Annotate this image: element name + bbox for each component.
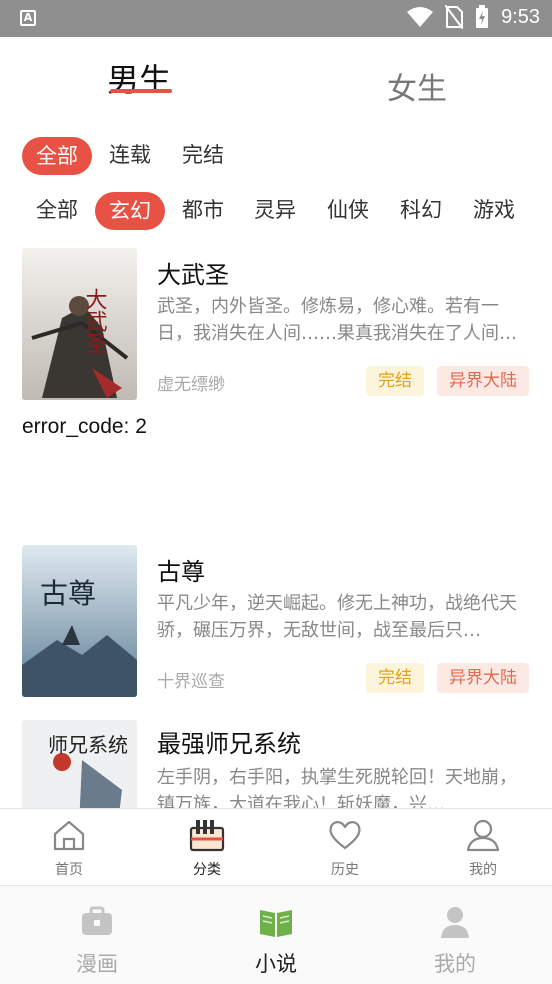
book-icon [260, 910, 292, 937]
nav-category-label: 分类 [193, 862, 221, 878]
nav-profile[interactable]: 我的 [395, 886, 515, 984]
user-icon [466, 819, 500, 852]
filter-category-urban[interactable]: 都市 [168, 191, 238, 229]
book-item[interactable]: 师兄系统 最强师兄系统 左手阴，右手阳，执掌生死脱轮回！天地崩，镇万族，大道在我… [0, 720, 552, 808]
main-bottom-nav: 漫画 小说 我的 [0, 885, 552, 984]
cover-title-text: 师兄系统 [48, 733, 128, 757]
book-title[interactable]: 最强师兄系统 [157, 724, 301, 759]
nav-history-label: 历史 [331, 862, 359, 878]
book-genre-tag: 异界大陆 [437, 663, 529, 693]
nav-comics-label: 漫画 [76, 952, 118, 976]
book-status-tag: 完结 [366, 663, 424, 693]
filter-status-serializing[interactable]: 连载 [95, 136, 165, 174]
filter-category-xuanhuan[interactable]: 玄幻 [95, 192, 165, 230]
briefcase-icon [82, 906, 112, 935]
book-title[interactable]: 大武圣 [157, 255, 229, 290]
battery-charging-icon [476, 5, 489, 28]
book-description: 平凡少年，逆天崛起。修无上神功，战绝代天骄，碾压万界，无敌世间，战至最后只… [157, 593, 517, 641]
wifi-icon [407, 7, 434, 27]
book-cover[interactable]: 大武圣 [22, 248, 137, 400]
filter-category-supernatural[interactable]: 灵异 [240, 191, 310, 229]
nav-category[interactable]: 分类 [162, 809, 252, 885]
tab-male[interactable]: 男生 [107, 55, 171, 101]
book-author: 虚无缥缈 [157, 375, 225, 395]
error-message: error_code: 2 [22, 415, 147, 438]
book-title[interactable]: 古尊 [157, 552, 205, 587]
filter-category-scifi[interactable]: 科幻 [386, 191, 456, 229]
book-item[interactable]: 古尊 古尊 平凡少年，逆天崛起。修无上神功，战绝代天骄，碾压万界，无敌世间，战至… [0, 545, 552, 701]
filter-category-all[interactable]: 全部 [22, 191, 92, 229]
filter-status-all[interactable]: 全部 [22, 137, 92, 175]
category-bottom-nav: 首页 分类 历史 我的 [0, 808, 552, 885]
person-icon [441, 907, 469, 938]
nav-novels[interactable]: 小说 [216, 886, 336, 984]
book-genre-tag: 异界大陆 [437, 366, 529, 396]
heart-icon [329, 821, 361, 850]
nav-mine-label: 我的 [469, 862, 497, 878]
cover-title-text: 大武圣 [82, 288, 108, 354]
tab-male-indicator [110, 89, 172, 93]
book-cover[interactable]: 古尊 [22, 545, 137, 697]
filter-category-game[interactable]: 游戏 [459, 191, 529, 229]
cover-title-text: 古尊 [40, 577, 96, 610]
nav-home-label: 首页 [55, 862, 83, 878]
app-notification-icon: A [20, 10, 36, 26]
category-icon [189, 820, 225, 852]
book-cover[interactable]: 师兄系统 [22, 720, 137, 808]
book-description: 武圣，内外皆圣。修炼易，修心难。若有一日，我消失在人间……果真我消失在了人间… [157, 296, 517, 344]
book-status-tag: 完结 [366, 366, 424, 396]
nav-profile-label: 我的 [434, 952, 476, 976]
filter-status-completed[interactable]: 完结 [168, 136, 238, 174]
nav-comics[interactable]: 漫画 [37, 886, 157, 984]
filter-category-xianxia[interactable]: 仙侠 [313, 191, 383, 229]
nav-novels-label: 小说 [255, 952, 297, 976]
nav-home[interactable]: 首页 [24, 809, 114, 885]
home-icon [53, 820, 85, 851]
book-description: 左手阴，右手阳，执掌生死脱轮回！天地崩，镇万族，大道在我心！斩妖魔，兴… [157, 767, 517, 808]
status-bar: A 9:53 [0, 0, 552, 37]
book-author: 十界巡查 [157, 672, 225, 692]
nav-mine[interactable]: 我的 [438, 809, 528, 885]
no-sim-icon [445, 5, 464, 29]
nav-history[interactable]: 历史 [300, 809, 390, 885]
tab-female[interactable]: 女生 [387, 64, 447, 108]
status-time: 9:53 [501, 5, 540, 28]
book-item[interactable]: 大武圣 大武圣 武圣，内外皆圣。修炼易，修心难。若有一日，我消失在人间……果真我… [0, 248, 552, 404]
